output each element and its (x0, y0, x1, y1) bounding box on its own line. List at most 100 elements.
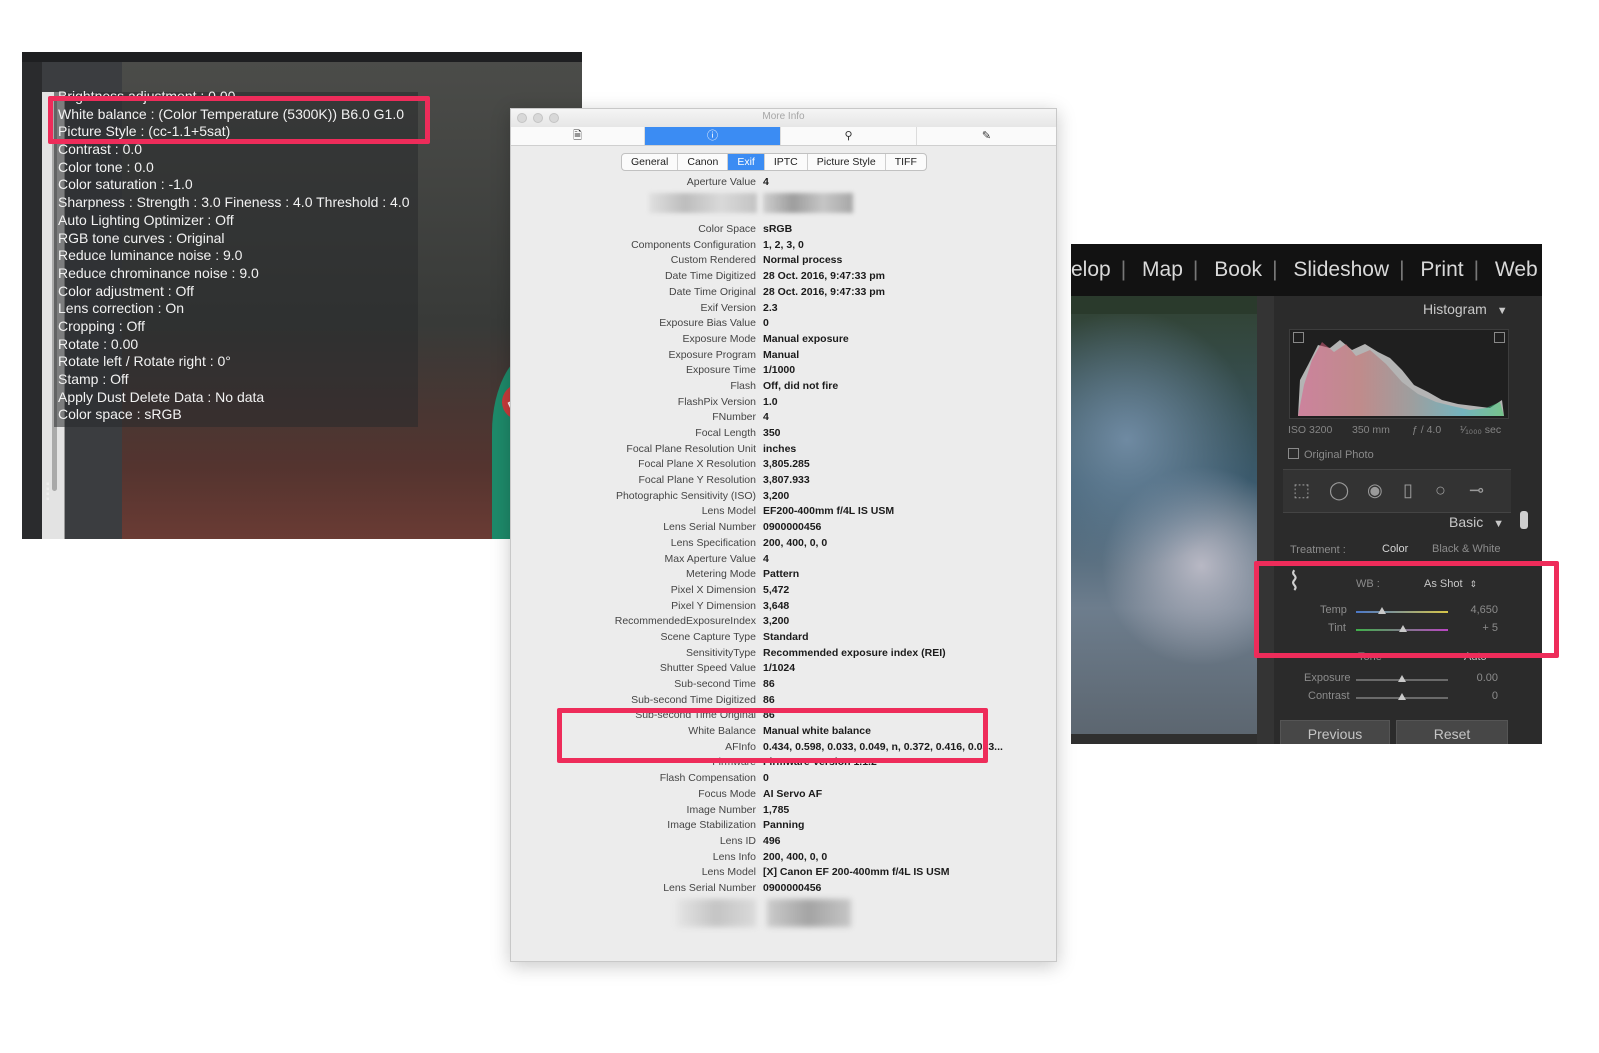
exif-value[interactable]: sRGB (763, 222, 792, 238)
exif-value[interactable]: Standard (763, 630, 809, 646)
redacted-key (649, 193, 757, 213)
search-tab-button[interactable]: ⚲ (781, 127, 917, 145)
recipe-line: Reduce chrominance noise : 9.0 (58, 264, 259, 281)
basic-header[interactable]: Basic ▼ (1449, 514, 1504, 530)
exif-value[interactable]: 86 (763, 693, 775, 709)
exif-key: Lens Serial Number (663, 881, 756, 894)
crop-icon[interactable]: ⬚ (1293, 480, 1310, 501)
histogram-header[interactable]: Histogram ▼ (1423, 301, 1508, 317)
spot-removal-icon[interactable]: ◯ (1329, 480, 1349, 501)
exif-value[interactable]: 0900000456 (763, 881, 821, 897)
exif-key: Metering Mode (685, 568, 756, 581)
module-develop[interactable]: elop (1071, 244, 1111, 296)
exif-value[interactable]: 3,648 (763, 599, 789, 615)
exif-value[interactable]: AI Servo AF (763, 787, 822, 803)
exif-row: Lens Info 200, 400, 0, 0 (511, 850, 1056, 866)
module-web[interactable]: Web (1495, 244, 1538, 296)
treatment-bw-button[interactable]: Black & White (1432, 543, 1500, 555)
panel-scrollbar[interactable] (1520, 511, 1528, 529)
adjustment-brush-icon[interactable]: ⊸ (1469, 480, 1484, 501)
red-eye-icon[interactable]: ◉ (1367, 480, 1383, 501)
exif-value[interactable]: 0 (763, 316, 769, 332)
exif-key: Date Time Digitized (664, 270, 756, 283)
exif-row: Components Configuration 1, 2, 3, 0 (511, 238, 1056, 254)
exif-value[interactable]: 5,472 (763, 583, 789, 599)
edit-tab-button[interactable]: ✎ (917, 127, 1056, 145)
exif-row: Lens Serial Number 0900000456 (511, 881, 1056, 897)
exif-key: Exposure Mode (682, 332, 756, 345)
contrast-value[interactable]: 0 (1464, 690, 1498, 702)
exif-value[interactable]: 0900000456 (763, 520, 821, 536)
module-map[interactable]: Map (1142, 244, 1183, 296)
exif-value[interactable]: 1, 2, 3, 0 (763, 238, 804, 254)
exif-value[interactable]: 200, 400, 0, 0 (763, 536, 827, 552)
exif-value[interactable]: 200, 400, 0, 0 (763, 850, 827, 866)
exif-value[interactable]: Recommended exposure index (REI) (763, 646, 946, 662)
exif-value[interactable]: 28 Oct. 2016, 9:47:33 pm (763, 285, 885, 301)
treatment-color-button[interactable]: Color (1382, 543, 1408, 555)
exif-key: Components Configuration (631, 238, 756, 251)
exposure-slider-knob[interactable] (1398, 675, 1406, 682)
exif-key: Date Time Original (669, 285, 756, 298)
tab-picture-style[interactable]: Picture Style (808, 154, 886, 170)
exif-value[interactable]: 1/1000 (763, 363, 795, 379)
exif-value[interactable]: [X] Canon EF 200-400mm f/4L IS USM (763, 865, 950, 881)
graduated-filter-icon[interactable]: ▯ (1403, 480, 1413, 501)
info-tab-button[interactable]: ⓘ (645, 127, 781, 145)
exif-value[interactable]: 4 (763, 552, 769, 568)
exif-value[interactable]: 4 (763, 175, 769, 191)
exif-value[interactable]: EF200-400mm f/4L IS USM (763, 504, 894, 520)
checkbox[interactable] (1288, 448, 1299, 459)
recipe-line: Auto Lighting Optimizer : Off (58, 211, 234, 228)
module-print[interactable]: Print (1420, 244, 1463, 296)
tab-iptc[interactable]: IPTC (765, 154, 808, 170)
radial-filter-icon[interactable]: ○ (1435, 480, 1446, 501)
exif-value[interactable]: 3,805.285 (763, 457, 810, 473)
document-tab-button[interactable]: 🗎 (511, 127, 645, 145)
exif-key: Max Aperture Value (664, 552, 756, 565)
contrast-slider-knob[interactable] (1398, 693, 1406, 700)
exif-row: Date Time Digitized 28 Oct. 2016, 9:47:33… (511, 269, 1056, 285)
window-toolbar: 🗎 ⓘ ⚲ ✎ (511, 127, 1056, 146)
exif-value[interactable]: 350 (763, 426, 781, 442)
resize-grip-icon[interactable]: ▪ ▪ ▪ ▪ (46, 480, 50, 505)
previous-button[interactable]: Previous (1280, 720, 1390, 744)
exif-value[interactable]: 2.3 (763, 301, 778, 317)
exif-row: Lens Model [X] Canon EF 200-400mm f/4L IS… (511, 865, 1056, 881)
exif-value[interactable]: Off, did not fire (763, 379, 838, 395)
exif-key: Focus Mode (698, 787, 756, 800)
aperture-readout: ƒ / 4.0 (1412, 424, 1442, 436)
tab-tiff[interactable]: TIFF (886, 154, 926, 170)
exif-value[interactable]: 3,807.933 (763, 473, 810, 489)
recipe-line: Rotate left / Rotate right : 0° (58, 353, 231, 370)
module-slideshow[interactable]: Slideshow (1293, 244, 1389, 296)
reset-button[interactable]: Reset (1396, 720, 1508, 744)
exif-value[interactable]: 86 (763, 677, 775, 693)
redacted-value-bottom (767, 899, 851, 927)
module-book[interactable]: Book (1214, 244, 1262, 296)
exif-value[interactable]: Manual (763, 348, 799, 364)
tab-exif[interactable]: Exif (728, 154, 765, 170)
exif-value[interactable]: Normal process (763, 253, 842, 269)
exif-value[interactable]: 3,200 (763, 489, 789, 505)
exif-value[interactable]: 1/1024 (763, 661, 795, 677)
exif-value[interactable]: 1,785 (763, 803, 789, 819)
tab-canon[interactable]: Canon (678, 154, 729, 170)
exif-row: Exif Version 2.3 (511, 301, 1056, 317)
exif-value[interactable]: 4 (763, 410, 769, 426)
exif-value[interactable]: 0 (763, 771, 769, 787)
exif-value[interactable]: Pattern (763, 567, 799, 583)
exif-row: Lens Model EF200-400mm f/4L IS USM (511, 504, 1056, 520)
exif-value[interactable]: Panning (763, 818, 804, 834)
exif-value[interactable]: 496 (763, 834, 781, 850)
exif-value[interactable]: 3,200 (763, 614, 789, 630)
exif-row: Color Space sRGB (511, 222, 1056, 238)
exif-value[interactable]: inches (763, 442, 796, 458)
exif-key: Focal Plane Resolution Unit (626, 442, 756, 455)
original-photo-toggle[interactable]: Original Photo (1288, 448, 1374, 461)
exif-value[interactable]: Manual exposure (763, 332, 849, 348)
exif-value[interactable]: 1.0 (763, 395, 778, 411)
exif-value[interactable]: 28 Oct. 2016, 9:47:33 pm (763, 269, 885, 285)
exposure-value[interactable]: 0.00 (1464, 672, 1498, 684)
tab-general[interactable]: General (622, 154, 679, 170)
